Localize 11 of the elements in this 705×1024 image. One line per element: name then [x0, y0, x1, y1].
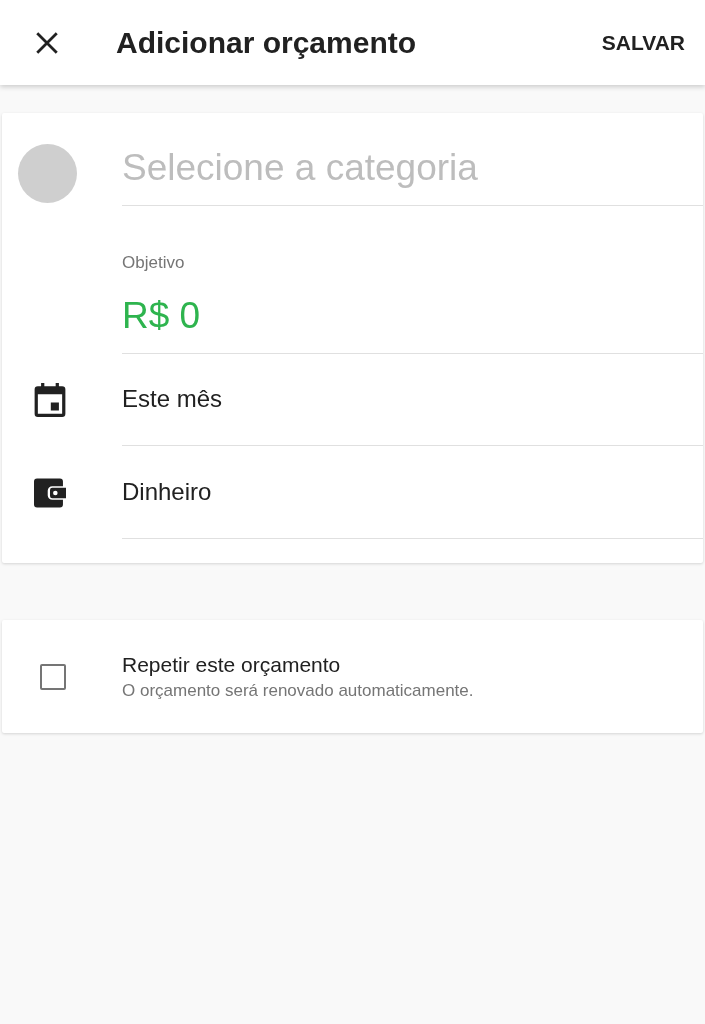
account-selector[interactable]: Dinheiro: [122, 478, 212, 506]
category-field[interactable]: Selecione a categoria: [122, 147, 703, 189]
save-button[interactable]: SALVAR: [601, 24, 685, 61]
repeat-description: O orçamento será renovado automaticamente.: [122, 680, 474, 701]
screen-title: Adicionar orçamento: [116, 25, 418, 60]
goal-label: Objetivo: [122, 253, 185, 273]
period-selector[interactable]: Este mês: [122, 385, 223, 413]
wallet-icon: [34, 477, 66, 508]
calendar-icon: [34, 382, 66, 417]
repeat-checkbox[interactable]: [40, 663, 66, 690]
repeat-label: Repetir este orçamento: [122, 652, 342, 677]
